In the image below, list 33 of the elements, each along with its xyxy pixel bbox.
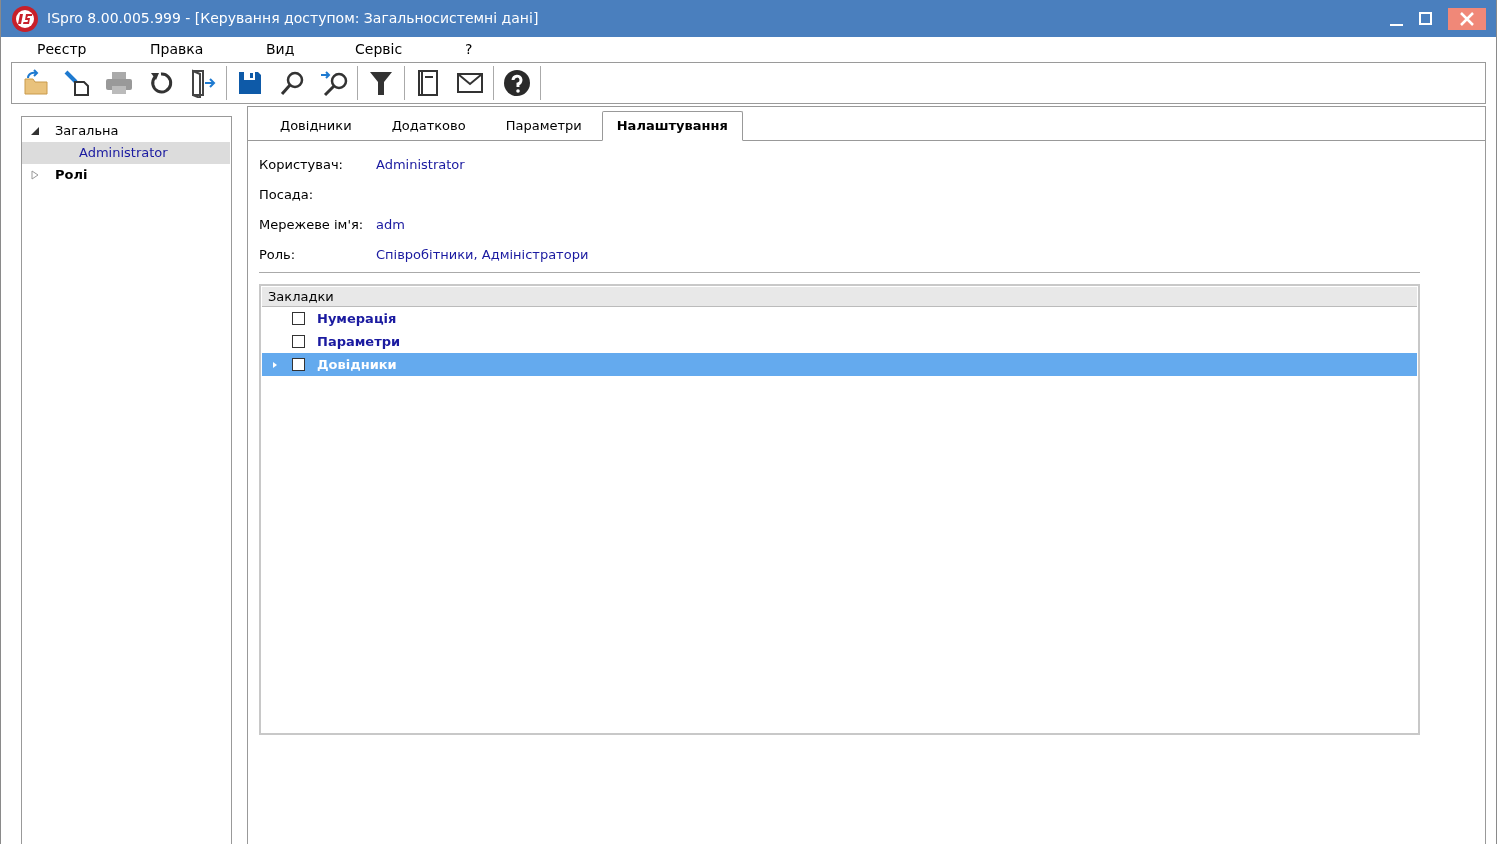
tree-item[interactable]: Administrator [22, 142, 230, 164]
menu-item[interactable]: Вид [266, 39, 295, 59]
field-label: Посада: [259, 185, 315, 204]
bookmark-row[interactable]: Нумерація [262, 307, 1417, 330]
close-x-icon [1460, 11, 1474, 26]
bookmark-label: Параметри [317, 332, 401, 351]
checkbox[interactable] [292, 358, 305, 371]
tree-item[interactable]: Загальна [22, 120, 230, 142]
field-value: Administrator [376, 155, 465, 174]
bookmark-label: Нумерація [317, 309, 397, 328]
bookmark-label: Довідники [317, 355, 397, 374]
checkbox[interactable] [292, 312, 305, 325]
tree-item[interactable]: Ролі [22, 164, 230, 186]
tab[interactable]: Додатково [371, 112, 486, 140]
column-header: Закладки [262, 287, 1417, 307]
bookmark-row[interactable]: Параметри [262, 330, 1417, 353]
field-value: adm [376, 215, 405, 234]
tab[interactable]: Довідники [260, 112, 372, 140]
field-label: Користувач: [259, 155, 344, 174]
menu-item[interactable]: Правка [150, 39, 204, 59]
field-value: Співробітники, Адміністратори [376, 245, 589, 264]
menu-item[interactable]: ? [465, 39, 473, 59]
tab[interactable]: Параметри [485, 112, 602, 140]
menu-item[interactable]: Сервіс [355, 39, 403, 59]
close-button[interactable] [1448, 7, 1486, 30]
window-title: ISpro 8.00.005.999 - [Керування доступом: Загальносистемні дані] [47, 9, 539, 28]
field-label: Роль: [259, 245, 297, 264]
expanded-triangle-icon[interactable] [30, 126, 40, 136]
checkbox[interactable] [292, 335, 305, 348]
app-logo-icon [11, 4, 39, 33]
menu-item[interactable]: Реєстр [37, 39, 87, 59]
tab[interactable]: Налаштування [601, 111, 743, 141]
field-label: Мережеве ім'я: [259, 215, 365, 234]
